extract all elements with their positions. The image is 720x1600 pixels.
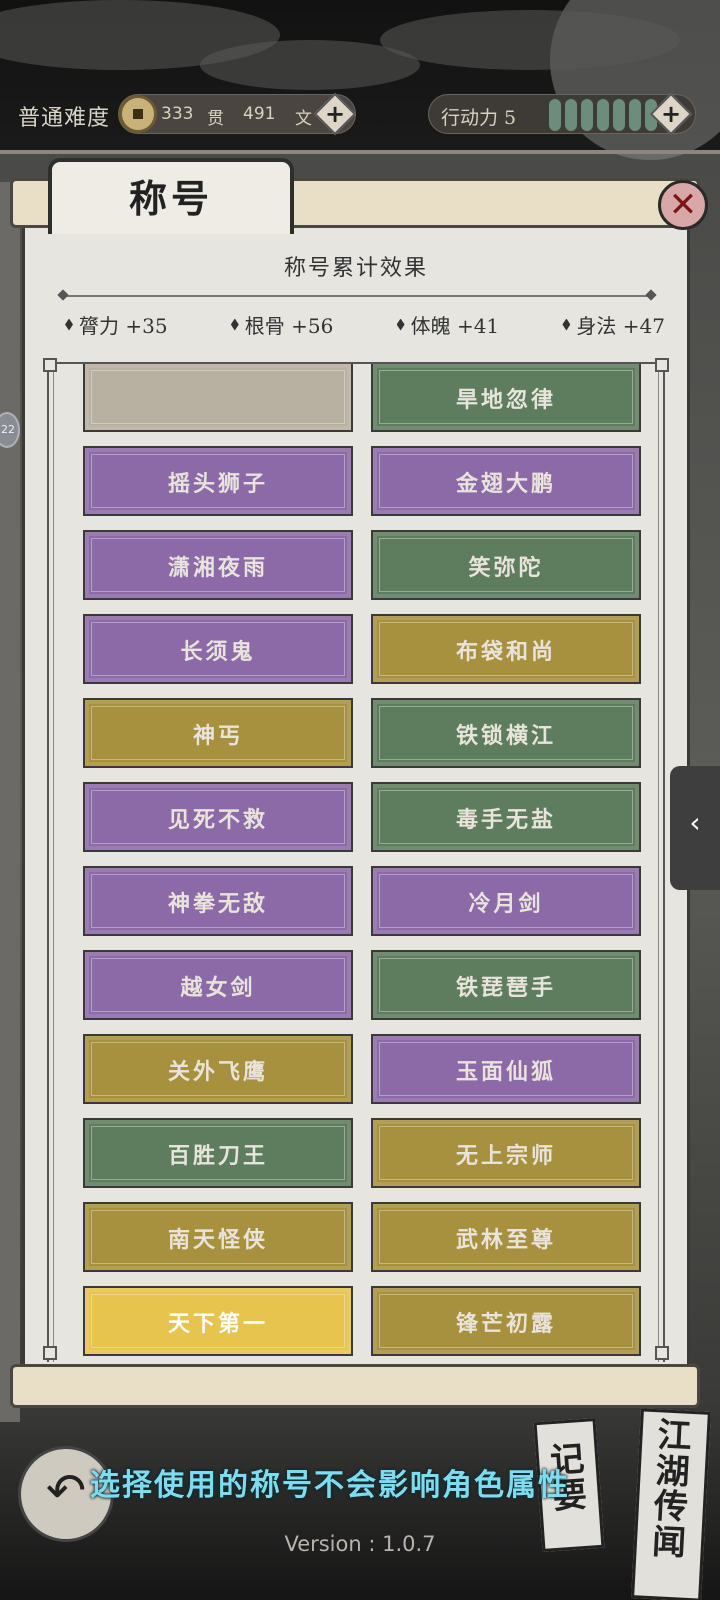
title-card[interactable]: 武林至尊 bbox=[371, 1202, 641, 1272]
stamina-bar bbox=[629, 99, 641, 131]
plus-icon: + bbox=[324, 100, 346, 128]
title-card-label: 神丐 bbox=[192, 723, 243, 749]
panel-title-tab: 称号 bbox=[48, 158, 294, 234]
title-card[interactable]: 长须鬼 bbox=[83, 614, 353, 684]
title-card[interactable]: 铁锁横江 bbox=[371, 698, 641, 768]
frame-corner-ornament bbox=[43, 358, 57, 372]
stamina-bar bbox=[613, 99, 625, 131]
titles-panel: 称号累计效果 膂力 +35 根骨 +56 体魄 +41 身法 +47 旱地忽律摇… bbox=[22, 228, 690, 1364]
title-card[interactable]: 关外飞鹰 bbox=[83, 1034, 353, 1104]
title-card-label: 旱地忽律 bbox=[455, 387, 556, 413]
title-card[interactable]: 潇湘夜雨 bbox=[83, 530, 353, 600]
title-card-label: 锋芒初露 bbox=[455, 1311, 556, 1337]
title-card-label: 长须鬼 bbox=[180, 639, 256, 665]
title-card-label: 铁琵琶手 bbox=[455, 975, 556, 1001]
stat-label: 膂力 +35 bbox=[79, 314, 168, 338]
title-card[interactable]: 无上宗师 bbox=[371, 1118, 641, 1188]
title-card-label: 金翅大鹏 bbox=[455, 471, 556, 497]
stamina-label: 行动力 5 bbox=[441, 107, 517, 129]
frame-corner-ornament bbox=[655, 1346, 669, 1360]
diamond-icon bbox=[396, 318, 405, 331]
title-card[interactable] bbox=[83, 364, 353, 432]
stats-row: 膂力 +35 根骨 +56 体魄 +41 身法 +47 bbox=[65, 310, 665, 339]
panel-title: 称号 bbox=[128, 176, 213, 221]
title-card[interactable]: 玉面仙狐 bbox=[371, 1034, 641, 1104]
title-card[interactable]: 铁琵琶手 bbox=[371, 950, 641, 1020]
scroll-bottom-roller bbox=[10, 1364, 700, 1408]
cloud-decoration bbox=[380, 10, 680, 70]
title-card-label: 百胜刀王 bbox=[167, 1143, 268, 1169]
title-card[interactable]: 锋芒初露 bbox=[371, 1286, 641, 1356]
title-card[interactable]: 冷月剑 bbox=[371, 866, 641, 936]
title-card[interactable]: 越女剑 bbox=[83, 950, 353, 1020]
title-card-label: 潇湘夜雨 bbox=[167, 555, 268, 581]
stamina-bar bbox=[597, 99, 609, 131]
diamond-icon bbox=[562, 318, 571, 331]
close-icon: ✕ bbox=[668, 185, 698, 225]
title-card[interactable]: 毒手无盐 bbox=[371, 782, 641, 852]
top-bar: 普通难度 333 贯 491 文 + 行动力 5 + bbox=[0, 88, 720, 144]
title-card-label: 玉面仙狐 bbox=[455, 1059, 556, 1085]
money-wen-value: 491 bbox=[243, 104, 276, 124]
title-card[interactable]: 旱地忽律 bbox=[371, 364, 641, 432]
side-badge: 22 bbox=[0, 412, 20, 448]
hint-text: 选择使用的称号不会影响角色属性 bbox=[90, 1468, 570, 1503]
title-card-label: 冷月剑 bbox=[468, 891, 544, 917]
chevron-left-icon: ‹ bbox=[689, 806, 701, 839]
title-card-label: 毒手无盐 bbox=[455, 807, 556, 833]
title-card[interactable]: 摇头狮子 bbox=[83, 446, 353, 516]
title-list[interactable]: 旱地忽律摇头狮子 金翅大鹏潇湘夜雨 笑弥陀长须鬼 布袋和尚神丐 铁锁横江见死不救 毒手无盐… bbox=[47, 362, 665, 1362]
title-card-label: 武林至尊 bbox=[455, 1227, 556, 1253]
stamina-bar bbox=[565, 99, 577, 131]
title-card-label: 神拳无敌 bbox=[167, 891, 268, 917]
title-card-label: 南天怪侠 bbox=[167, 1227, 268, 1253]
diamond-icon bbox=[65, 318, 73, 331]
version-label: Version : 1.0.7 bbox=[284, 1532, 436, 1556]
stat-item: 体魄 +41 bbox=[396, 310, 500, 339]
title-card[interactable]: 神丐 bbox=[83, 698, 353, 768]
stat-item: 根骨 +56 bbox=[230, 310, 334, 339]
title-card-label: 笑弥陀 bbox=[468, 555, 544, 581]
stat-item: 膂力 +35 bbox=[65, 310, 168, 339]
title-card[interactable]: 布袋和尚 bbox=[371, 614, 641, 684]
plus-icon: + bbox=[660, 100, 682, 128]
title-card[interactable]: 百胜刀王 bbox=[83, 1118, 353, 1188]
top-divider bbox=[0, 150, 720, 154]
title-card[interactable]: 南天怪侠 bbox=[83, 1202, 353, 1272]
money-wen-unit: 文 bbox=[295, 109, 312, 129]
stat-label: 根骨 +56 bbox=[244, 314, 334, 338]
rumors-book-button[interactable]: 江湖传闻 bbox=[631, 1408, 711, 1600]
title-card-label: 见死不救 bbox=[167, 807, 268, 833]
stamina-bar bbox=[581, 99, 593, 131]
diamond-icon bbox=[230, 318, 239, 331]
title-card-label: 布袋和尚 bbox=[455, 639, 556, 665]
stamina-bar bbox=[549, 99, 561, 131]
stat-item: 身法 +47 bbox=[562, 310, 665, 339]
coin-icon bbox=[119, 95, 157, 133]
title-card-label: 天下第一 bbox=[167, 1311, 268, 1337]
title-card-label: 关外飞鹰 bbox=[167, 1059, 268, 1085]
stat-label: 身法 +47 bbox=[576, 314, 665, 338]
title-card-label: 越女剑 bbox=[180, 975, 256, 1001]
difficulty-label: 普通难度 bbox=[18, 106, 111, 131]
stamina-bars bbox=[549, 99, 657, 131]
title-card-label: 摇头狮子 bbox=[167, 471, 268, 497]
side-drawer-toggle[interactable]: ‹ bbox=[670, 766, 720, 890]
money-guan-unit: 贯 bbox=[207, 109, 224, 129]
title-card[interactable]: 金翅大鹏 bbox=[371, 446, 641, 516]
close-button[interactable]: ✕ bbox=[658, 180, 708, 230]
frame-corner-ornament bbox=[655, 358, 669, 372]
money-guan-value: 333 bbox=[161, 104, 194, 124]
effect-title: 称号累计效果 bbox=[283, 256, 428, 281]
title-card-label: 无上宗师 bbox=[455, 1143, 556, 1169]
title-card[interactable]: 神拳无敌 bbox=[83, 866, 353, 936]
frame-corner-ornament bbox=[43, 1346, 57, 1360]
title-card[interactable]: 见死不救 bbox=[83, 782, 353, 852]
title-card[interactable]: 笑弥陀 bbox=[371, 530, 641, 600]
title-card[interactable]: 天下第一 bbox=[83, 1286, 353, 1356]
title-card-label: 铁锁横江 bbox=[455, 723, 556, 749]
background-panel-edge: 22 bbox=[0, 182, 20, 1422]
stat-label: 体魄 +41 bbox=[410, 314, 500, 338]
effect-divider bbox=[63, 295, 651, 297]
